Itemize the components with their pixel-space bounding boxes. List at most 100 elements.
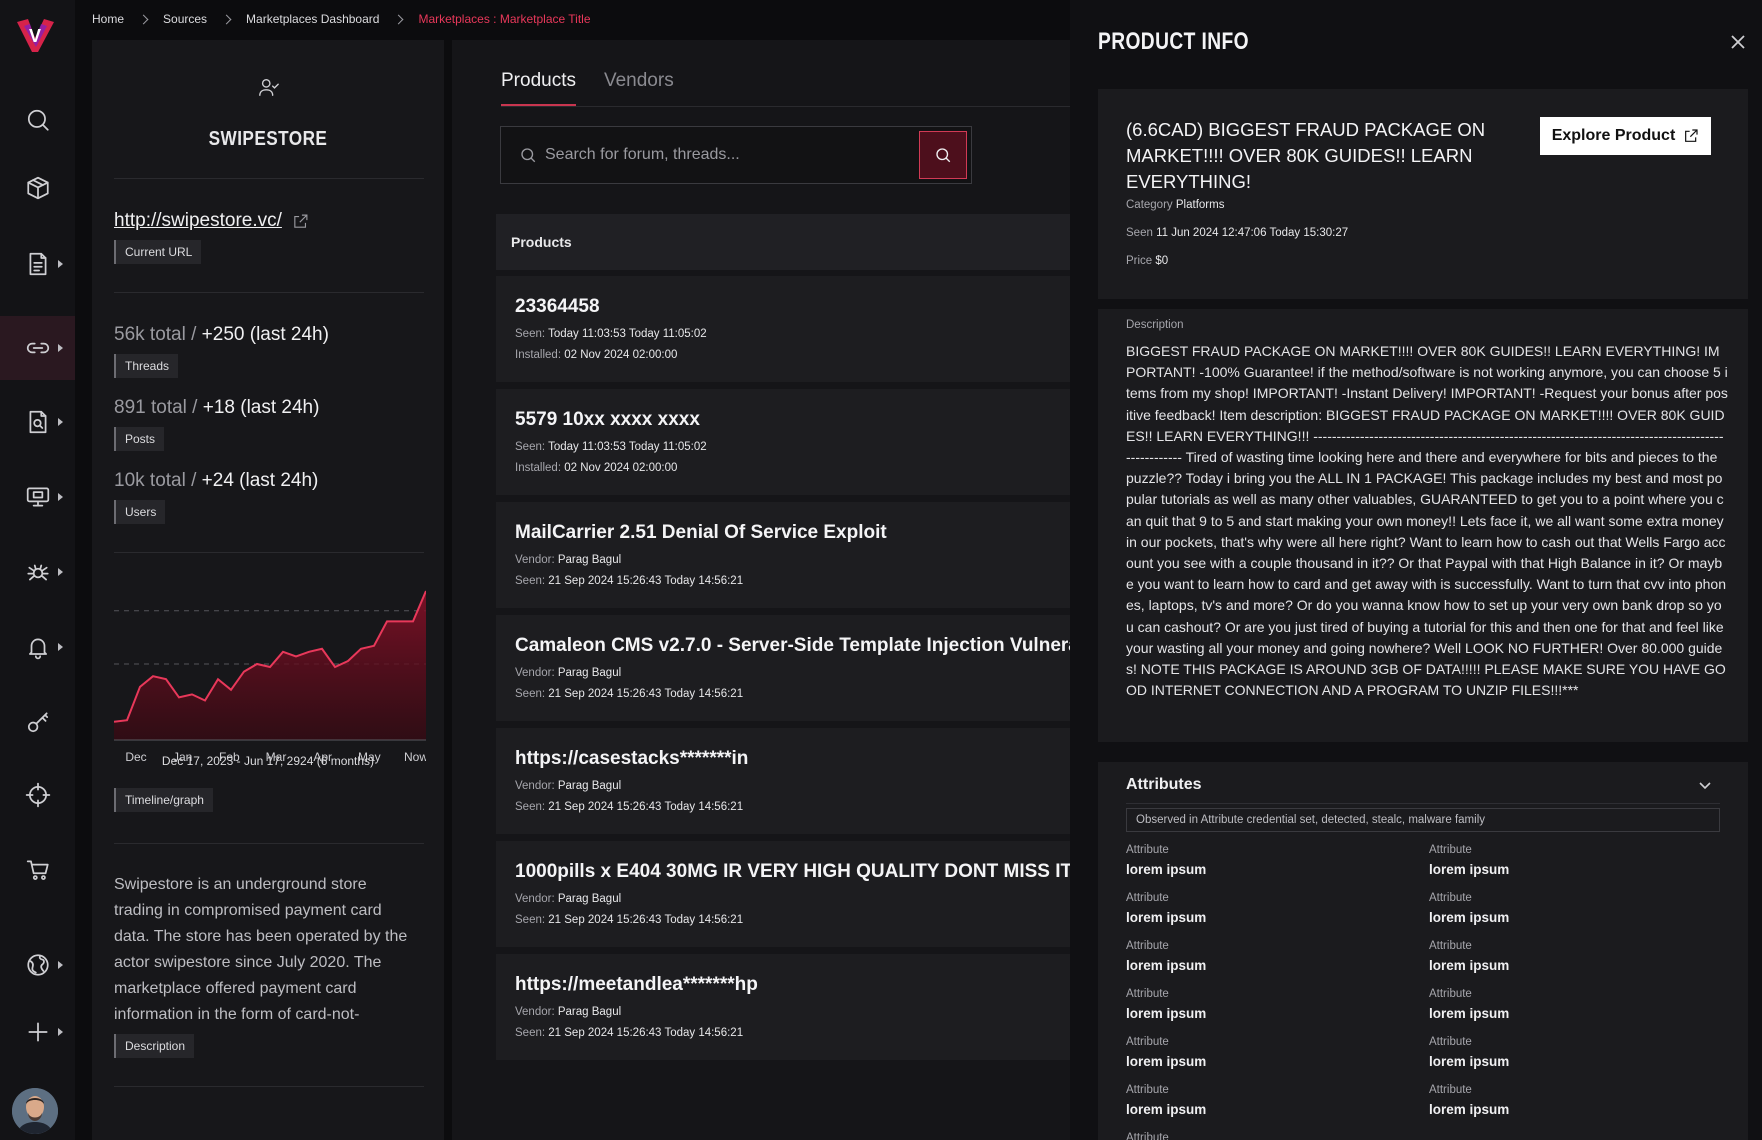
product-meta-line: Seen: 21 Sep 2024 15:26:43 Today 14:56:2… xyxy=(515,575,743,587)
divider xyxy=(114,178,424,179)
timeline-chart[interactable]: Dec Jan Feb Mar Apr May Now xyxy=(113,580,428,770)
expand-caret-icon xyxy=(58,344,63,352)
attribute-item: Attribute lorem ipsum xyxy=(1126,844,1206,877)
meta-value: Parag Bagul xyxy=(557,1006,622,1018)
product-title[interactable]: 1000pills x E404 30MG IR VERY HIGH QUALI… xyxy=(515,861,1070,883)
nav-monitor[interactable] xyxy=(0,467,75,527)
product-title[interactable]: MailCarrier 2.51 Denial Of Service Explo… xyxy=(515,522,887,544)
threads-stat: 56k total / +250 (last 24h) xyxy=(114,324,329,346)
products-panel: Products Vendors Products 23364458 Seen:… xyxy=(452,40,1070,1140)
attribute-item: Attribute lorem ipsum xyxy=(1126,1084,1206,1117)
nav-marketplace[interactable] xyxy=(0,840,75,900)
divider xyxy=(114,843,424,844)
product-card[interactable]: Camaleon CMS v2.7.0 - Server-Side Templa… xyxy=(496,615,1070,721)
cart-icon xyxy=(26,860,49,880)
chevron-right-icon xyxy=(394,14,404,24)
tab-products[interactable]: Products xyxy=(501,70,576,107)
search-icon xyxy=(27,109,49,131)
nav-rail: V xyxy=(0,0,75,1140)
product-meta-line: Installed: 02 Nov 2024 02:00:00 xyxy=(515,349,677,361)
meta-label: Seen: xyxy=(515,688,546,700)
search-input[interactable] xyxy=(545,146,915,164)
nav-search[interactable] xyxy=(0,90,75,150)
product-card[interactable]: https://casestacks*******in Vendor: Para… xyxy=(496,728,1070,834)
meta-label: Vendor: xyxy=(515,893,555,905)
product-card[interactable]: MailCarrier 2.51 Denial Of Service Explo… xyxy=(496,502,1070,608)
meta-value: 21 Sep 2024 15:26:43 Today 14:56:21 xyxy=(548,575,744,587)
nav-credentials[interactable] xyxy=(0,692,75,752)
breadcrumb-marketplaces-dashboard[interactable]: Marketplaces Dashboard xyxy=(246,12,379,26)
expand-caret-icon xyxy=(58,643,63,651)
key-icon xyxy=(27,712,48,733)
explore-product-button[interactable]: Explore Product xyxy=(1540,117,1711,155)
search-icon xyxy=(936,148,951,163)
meta-label: Installed: xyxy=(515,349,562,361)
attribute-value: lorem ipsum xyxy=(1429,1006,1510,1021)
product-title[interactable]: 5579 10xx xxxx xxxx xyxy=(515,409,700,431)
store-url-text[interactable]: http://swipestore.vc/ xyxy=(114,210,282,232)
nav-alerts[interactable] xyxy=(0,617,75,677)
nav-documents[interactable] xyxy=(0,234,75,294)
meta-value: 21 Sep 2024 15:26:43 Today 14:56:21 xyxy=(548,688,744,700)
search-button[interactable] xyxy=(919,131,967,179)
nav-target[interactable] xyxy=(0,765,75,825)
product-card[interactable]: 5579 10xx xxxx xxxx Seen: Today 11:03:53… xyxy=(496,389,1070,495)
attribute-key: Attribute xyxy=(1429,892,1472,904)
nav-file-search[interactable] xyxy=(0,392,75,452)
seen-value: 11 Jun 2024 12:47:06 Today 15:30:27 xyxy=(1156,227,1349,239)
description-label: Description xyxy=(1126,319,1184,331)
product-card[interactable]: 1000pills x E404 30MG IR VERY HIGH QUALI… xyxy=(496,841,1070,947)
divider xyxy=(114,1086,424,1087)
nav-threat[interactable] xyxy=(0,542,75,602)
product-card[interactable]: 23364458 Seen: Today 11:03:53 Today 11:0… xyxy=(496,276,1070,382)
attribute-value: lorem ipsum xyxy=(1429,958,1510,973)
attribute-item: Attribute lorem ipsum xyxy=(1429,940,1509,973)
close-button[interactable] xyxy=(1730,34,1746,50)
breadcrumb-sources[interactable]: Sources xyxy=(163,12,207,26)
product-summary: (6.6CAD) BIGGEST FRAUD PACKAGE ON MARKET… xyxy=(1098,89,1748,299)
current-url-tag: Current URL xyxy=(114,240,202,264)
external-link-icon xyxy=(1685,129,1698,142)
attribute-value: lorem ipsum xyxy=(1429,1102,1510,1117)
chevron-right-icon xyxy=(138,14,149,24)
users-tag: Users xyxy=(114,500,166,524)
product-title[interactable]: https://meetandlea*******hp xyxy=(515,974,758,996)
bell-icon xyxy=(28,638,47,660)
attribute-value: lorem ipsum xyxy=(1429,862,1510,877)
nav-globe[interactable] xyxy=(0,935,75,995)
product-meta-line: Seen: 21 Sep 2024 15:26:43 Today 14:56:2… xyxy=(515,801,743,813)
product-card[interactable]: https://meetandlea*******hp Vendor: Para… xyxy=(496,954,1070,1060)
attributes-divider xyxy=(1126,803,1720,804)
store-description: Swipestore is an underground store tradi… xyxy=(114,876,408,1023)
nav-cube[interactable] xyxy=(0,158,75,218)
attribute-key: Attribute xyxy=(1126,844,1169,856)
attribute-key: Attribute xyxy=(1126,940,1169,952)
meta-label: Vendor: xyxy=(515,780,555,792)
nav-sources[interactable] xyxy=(0,316,75,380)
nav-add[interactable] xyxy=(0,1002,75,1062)
chevron-down-icon[interactable] xyxy=(1698,778,1712,792)
product-meta-line: Vendor: Parag Bagul xyxy=(515,667,621,679)
product-title[interactable]: https://casestacks*******in xyxy=(515,748,748,770)
logo[interactable]: V xyxy=(14,16,56,54)
meta-label: Installed: xyxy=(515,462,562,474)
attribute-key: Attribute xyxy=(1429,1084,1472,1096)
file-search-icon xyxy=(29,410,46,434)
meta-value: Parag Bagul xyxy=(557,893,622,905)
expand-caret-icon xyxy=(58,568,63,576)
meta-label: Vendor: xyxy=(515,554,555,566)
tab-vendors[interactable]: Vendors xyxy=(604,70,674,107)
meta-value: Parag Bagul xyxy=(557,554,622,566)
product-meta-line: Seen: 21 Sep 2024 15:26:43 Today 14:56:2… xyxy=(515,1027,743,1039)
attribute-value: lorem ipsum xyxy=(1126,1006,1207,1021)
product-meta-line: Vendor: Parag Bagul xyxy=(515,893,621,905)
product-title[interactable]: Camaleon CMS v2.7.0 - Server-Side Templa… xyxy=(515,635,1070,657)
external-link-icon[interactable] xyxy=(292,213,309,230)
threads-total: 56k total / xyxy=(114,324,197,345)
store-url-link[interactable]: http://swipestore.vc/ xyxy=(114,210,309,232)
product-title[interactable]: 23364458 xyxy=(515,296,600,318)
breadcrumb-home[interactable]: Home xyxy=(92,12,124,26)
attributes-title[interactable]: Attributes xyxy=(1126,776,1202,794)
attribute-value: lorem ipsum xyxy=(1126,910,1207,925)
user-avatar[interactable] xyxy=(12,1088,58,1134)
